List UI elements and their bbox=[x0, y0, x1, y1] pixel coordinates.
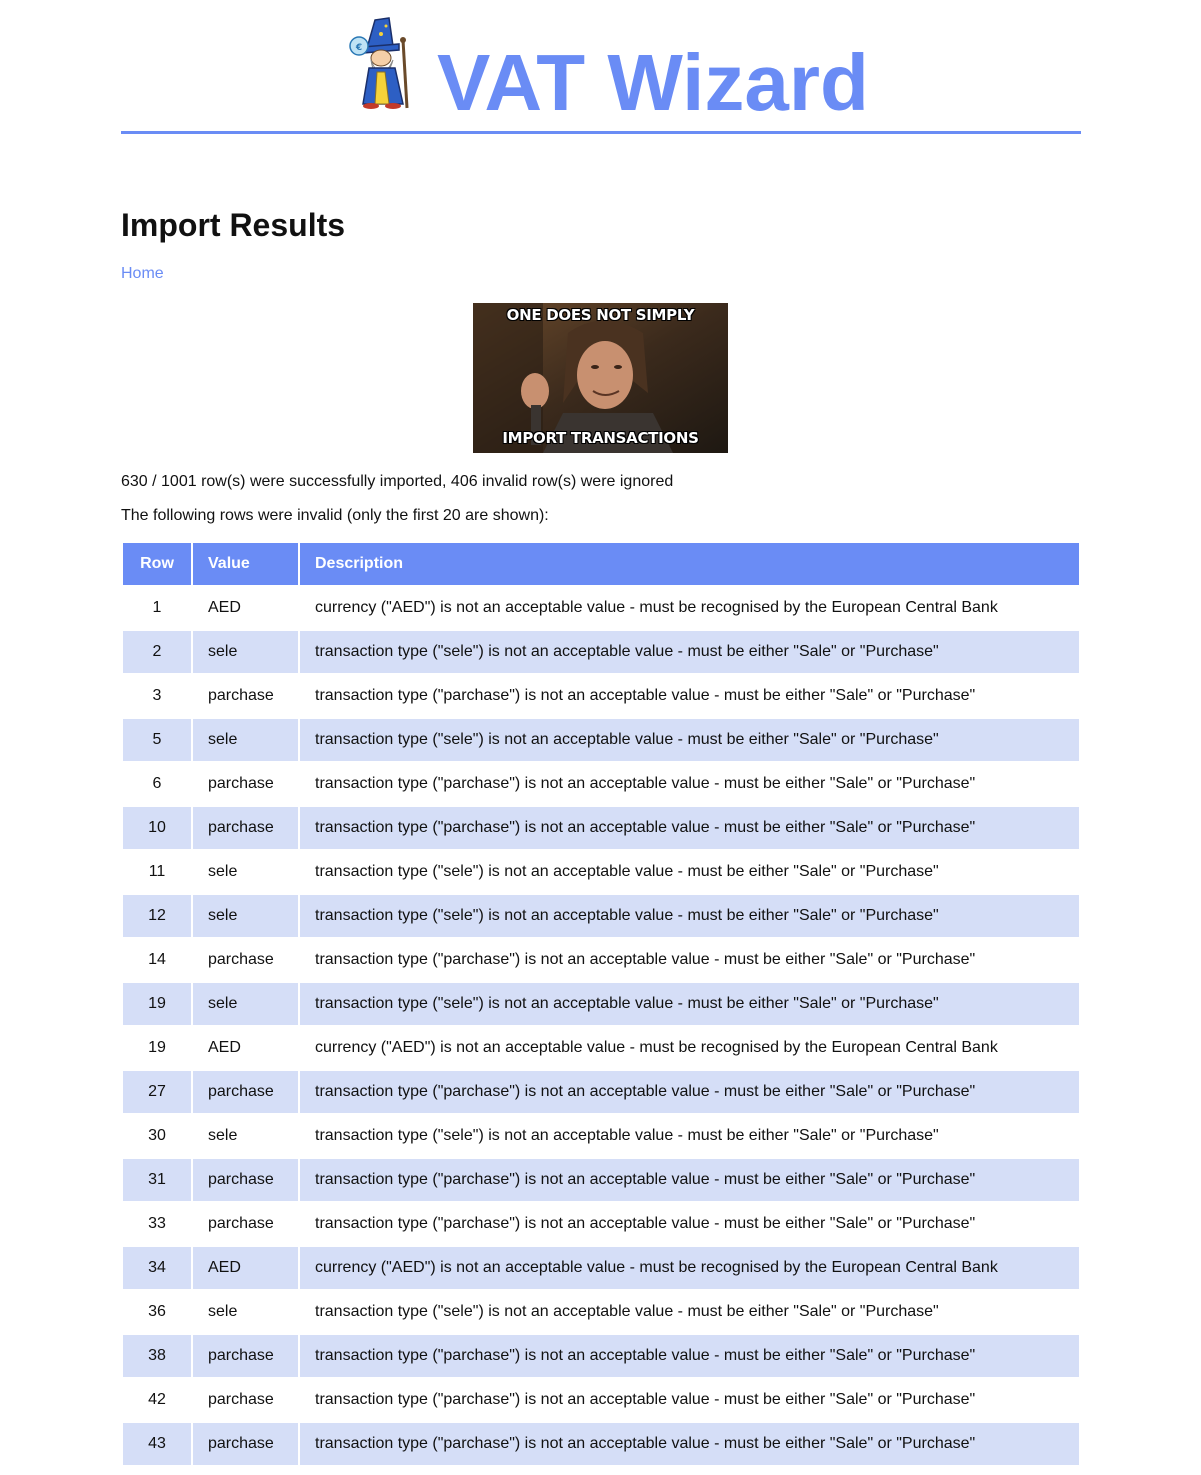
table-row: 27 parchase transaction type ("parchase") … bbox=[123, 1071, 1079, 1113]
row-description-cell: currency ("AED") is not an acceptable va… bbox=[315, 1039, 998, 1056]
row-number-cell: 2 bbox=[123, 631, 191, 673]
row-value-cell: parchase bbox=[193, 1159, 298, 1201]
table-row: 2 sele transaction type ("sele") is not an… bbox=[123, 631, 1079, 673]
row-description-cell: transaction type ("sele") is not an acce… bbox=[300, 719, 1079, 761]
meme-image: ONE DOES NOT SIMPLY IMPORT TRANSACTIONS bbox=[473, 303, 728, 453]
table-row: 14 parchase transaction type ("parchase") … bbox=[123, 939, 1079, 981]
row-description-cell: transaction type ("sele") is not an acce… bbox=[300, 983, 1079, 1025]
table-row: 3 parchase transaction type ("parchase") i… bbox=[123, 675, 1079, 717]
column-header-row: Row bbox=[123, 543, 191, 585]
row-description-cell: transaction type ("parchase") is not an … bbox=[315, 1391, 976, 1408]
invalid-rows-note: The following rows were invalid (only th… bbox=[121, 507, 549, 524]
page-title: Import Results bbox=[121, 207, 346, 243]
table-row: 12 sele transaction type ("sele") is not a… bbox=[123, 895, 1079, 937]
site-title: VAT Wizard bbox=[437, 38, 869, 127]
row-value-cell: parchase bbox=[193, 807, 298, 849]
site-header: € VAT Wizard bbox=[121, 0, 1081, 134]
row-value-cell: sele bbox=[208, 863, 238, 880]
table-row: 30 sele transaction type ("sele") is not a… bbox=[123, 1115, 1079, 1157]
row-number-cell: 5 bbox=[123, 719, 191, 761]
table-row: 10 parchase transaction type ("parchase") … bbox=[123, 807, 1079, 849]
row-description-cell: transaction type ("sele") is not an acce… bbox=[315, 1303, 939, 1320]
meme-top-caption: ONE DOES NOT SIMPLY bbox=[506, 306, 695, 324]
table-row: 36 sele transaction type ("sele") is not a… bbox=[123, 1291, 1079, 1333]
row-description-cell: transaction type ("parchase") is not an … bbox=[315, 951, 976, 968]
table-row: 34 AED currency ("AED") is not an acceptab… bbox=[123, 1247, 1079, 1289]
table-row: 31 parchase transaction type ("parchase") … bbox=[123, 1159, 1079, 1201]
row-value-cell: parchase bbox=[208, 775, 274, 792]
home-link[interactable]: Home bbox=[121, 264, 164, 284]
table-row: 38 parchase transaction type ("parchase") … bbox=[123, 1335, 1079, 1377]
row-description-cell: transaction type ("parchase") is not an … bbox=[315, 775, 976, 792]
table-row: 43 parchase transaction type ("parchase") … bbox=[123, 1423, 1079, 1465]
row-value-cell: sele bbox=[193, 895, 298, 937]
row-description-cell: currency ("AED") is not an acceptable va… bbox=[315, 599, 998, 616]
meme-bottom-caption: IMPORT TRANSACTIONS bbox=[502, 429, 699, 447]
row-value-cell: parchase bbox=[208, 1391, 274, 1408]
row-number-cell: 27 bbox=[123, 1071, 191, 1113]
table-body: 1 AED currency ("AED") is not an acceptabl… bbox=[123, 587, 1079, 1465]
row-description-cell: transaction type ("sele") is not an acce… bbox=[315, 1127, 939, 1144]
page-container: € VAT Wizard Import Results Home ONE DOE… bbox=[121, 0, 1081, 1465]
row-value-cell: sele bbox=[193, 631, 298, 673]
table-header-row: Row Value Description bbox=[123, 543, 1079, 585]
row-number-cell: 11 bbox=[148, 863, 166, 880]
column-header-value: Value bbox=[193, 543, 298, 585]
row-value-cell: AED bbox=[208, 599, 241, 616]
row-description-cell: transaction type ("sele") is not an acce… bbox=[300, 631, 1079, 673]
row-value-cell: parchase bbox=[193, 1071, 298, 1113]
row-value-cell: parchase bbox=[193, 1423, 298, 1465]
row-value-cell: parchase bbox=[208, 1215, 274, 1232]
row-number-cell: 3 bbox=[152, 687, 162, 704]
table-row: 11 sele transaction type ("sele") is not a… bbox=[123, 851, 1079, 893]
row-description-cell: transaction type ("parchase") is not an … bbox=[315, 1215, 976, 1232]
row-number-cell: 36 bbox=[148, 1303, 166, 1320]
row-number-cell: 38 bbox=[123, 1335, 191, 1377]
row-description-cell: transaction type ("parchase") is not an … bbox=[300, 1159, 1079, 1201]
table-row: 5 sele transaction type ("sele") is not an… bbox=[123, 719, 1079, 761]
row-description-cell: transaction type ("parchase") is not an … bbox=[300, 1423, 1079, 1465]
row-value-cell: sele bbox=[193, 983, 298, 1025]
row-number-cell: 19 bbox=[123, 983, 191, 1025]
row-value-cell: parchase bbox=[208, 951, 274, 968]
row-number-cell: 31 bbox=[123, 1159, 191, 1201]
row-number-cell: 19 bbox=[148, 1039, 166, 1056]
row-number-cell: 43 bbox=[123, 1423, 191, 1465]
row-description-cell: transaction type ("parchase") is not an … bbox=[300, 807, 1079, 849]
table-row: 19 sele transaction type ("sele") is not a… bbox=[123, 983, 1079, 1025]
row-number-cell: 12 bbox=[123, 895, 191, 937]
wizard-mascot-icon: € bbox=[349, 17, 409, 109]
import-summary: 630 / 1001 row(s) were successfully impo… bbox=[121, 473, 674, 490]
row-number-cell: 14 bbox=[148, 951, 166, 968]
invalid-rows-table: Row Value Description 1 AED currency ("AED… bbox=[121, 541, 1081, 1467]
svg-text:€: € bbox=[355, 43, 362, 53]
row-value-cell: sele bbox=[193, 719, 298, 761]
table-row: 1 AED currency ("AED") is not an acceptabl… bbox=[123, 587, 1079, 629]
row-value-cell: AED bbox=[208, 1039, 241, 1056]
table-row: 33 parchase transaction type ("parchase") … bbox=[123, 1203, 1079, 1245]
row-value-cell: sele bbox=[208, 1303, 238, 1320]
row-number-cell: 1 bbox=[152, 599, 162, 616]
row-number-cell: 30 bbox=[148, 1127, 166, 1144]
column-header-description: Description bbox=[300, 543, 1079, 585]
row-description-cell: transaction type ("parchase") is not an … bbox=[300, 1335, 1079, 1377]
row-description-cell: currency ("AED") is not an acceptable va… bbox=[300, 1247, 1079, 1289]
row-number-cell: 34 bbox=[123, 1247, 191, 1289]
row-number-cell: 6 bbox=[152, 775, 162, 792]
table-row: 19 AED currency ("AED") is not an acceptab… bbox=[123, 1027, 1079, 1069]
row-description-cell: transaction type ("parchase") is not an … bbox=[300, 1071, 1079, 1113]
row-number-cell: 10 bbox=[123, 807, 191, 849]
table-row: 6 parchase transaction type ("parchase") i… bbox=[123, 763, 1079, 805]
row-description-cell: transaction type ("parchase") is not an … bbox=[315, 687, 976, 704]
row-number-cell: 42 bbox=[148, 1391, 166, 1408]
row-number-cell: 33 bbox=[148, 1215, 166, 1232]
row-description-cell: transaction type ("sele") is not an acce… bbox=[300, 895, 1079, 937]
row-description-cell: transaction type ("sele") is not an acce… bbox=[315, 863, 939, 880]
row-value-cell: parchase bbox=[208, 687, 274, 704]
row-value-cell: sele bbox=[208, 1127, 238, 1144]
row-value-cell: parchase bbox=[193, 1335, 298, 1377]
table-row: 42 parchase transaction type ("parchase") … bbox=[123, 1379, 1079, 1421]
row-value-cell: AED bbox=[193, 1247, 298, 1289]
